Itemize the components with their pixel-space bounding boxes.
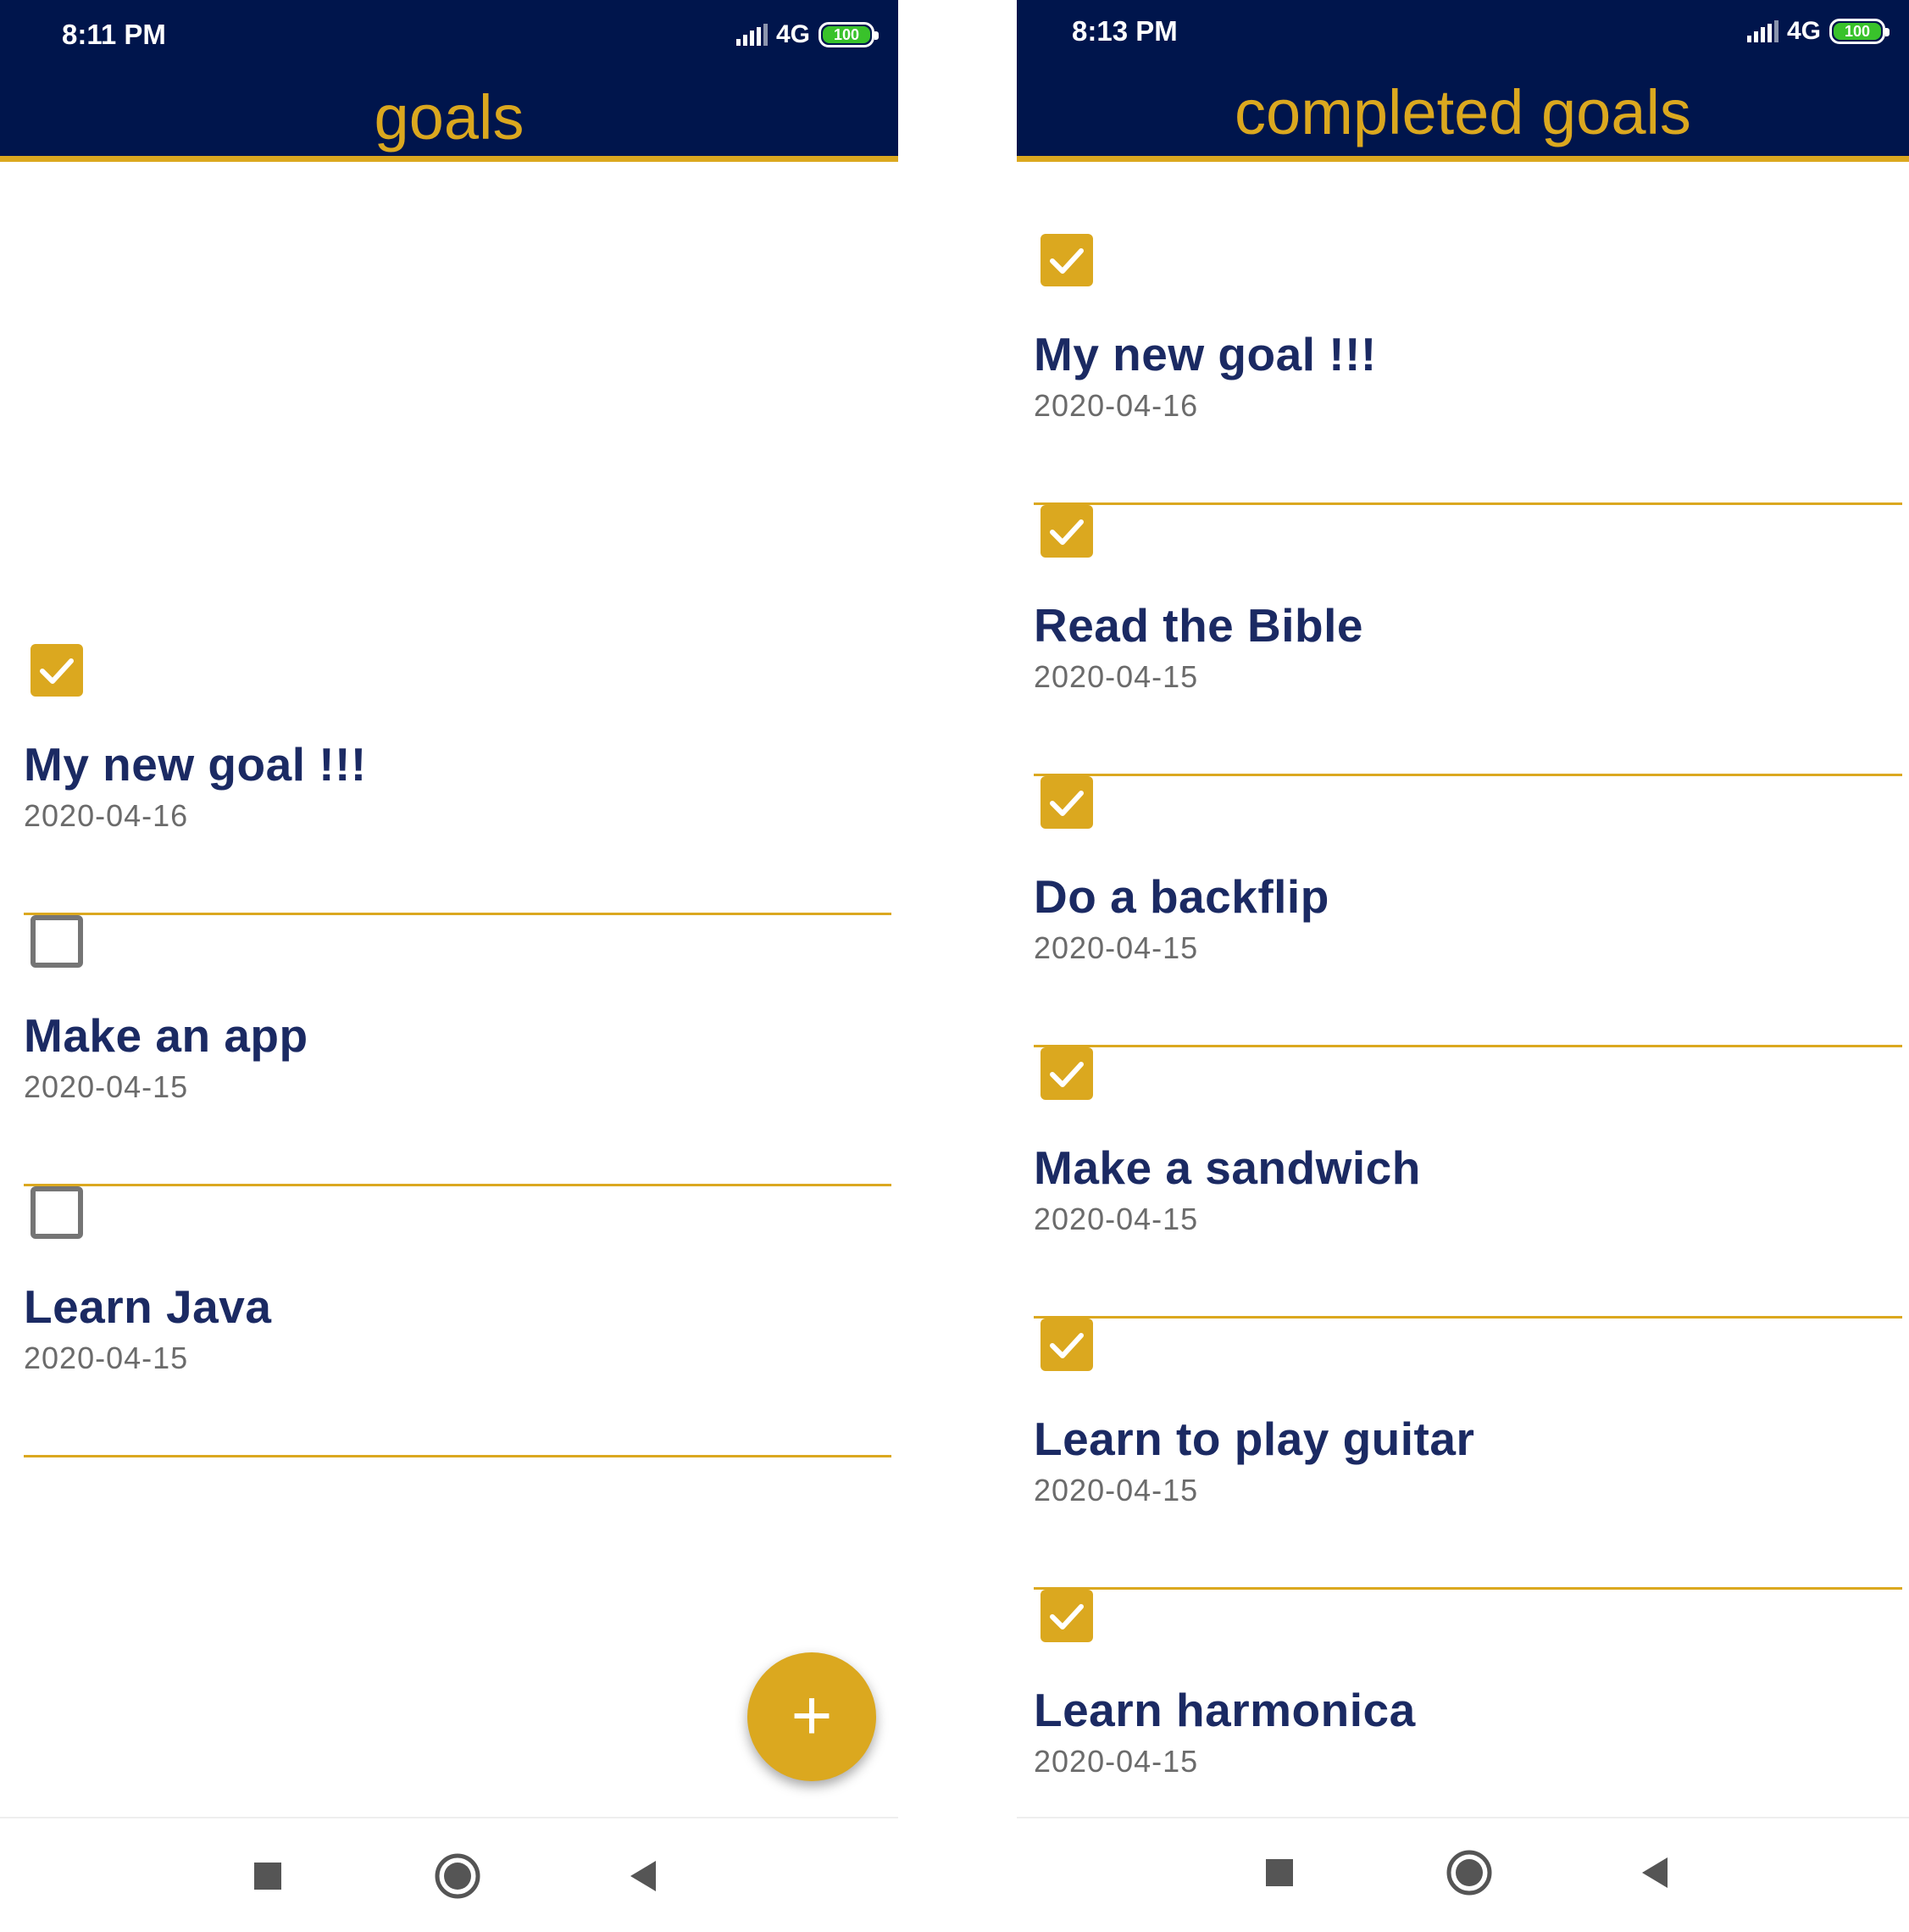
goal-date: 2020-04-16 xyxy=(1034,388,1199,423)
goal-date: 2020-04-15 xyxy=(1034,1473,1199,1507)
goal-name: Make a sandwich xyxy=(1034,1141,1421,1194)
status-icons: 4G 100 xyxy=(735,20,879,49)
app-bar: 8:11 PM 4G 100 goals xyxy=(0,0,898,162)
goal-date: 2020-04-15 xyxy=(1034,659,1199,694)
goal-list-item[interactable]: Learn Java 2020-04-15 xyxy=(24,1186,891,1457)
goal-date: 2020-04-16 xyxy=(24,798,189,833)
check-icon xyxy=(1050,519,1084,545)
goal-checkbox-checked[interactable] xyxy=(1041,1590,1093,1642)
check-icon xyxy=(1050,1604,1084,1629)
goal-checkbox-checked[interactable] xyxy=(31,644,83,697)
page-title: goals xyxy=(374,82,524,153)
goal-list-item[interactable]: Make a sandwich 2020-04-15 xyxy=(1034,1047,1902,1319)
goal-checkbox-checked[interactable] xyxy=(1041,776,1093,829)
goal-checkbox-checked[interactable] xyxy=(1041,1319,1093,1371)
network-label: 4G xyxy=(1786,17,1821,45)
system-navbar xyxy=(0,1817,898,1932)
goal-date: 2020-04-15 xyxy=(24,1069,189,1104)
goal-checkbox-unchecked[interactable] xyxy=(31,1186,83,1239)
goal-name: Learn harmonica xyxy=(1034,1684,1416,1736)
goal-checkbox-checked[interactable] xyxy=(1041,1047,1093,1100)
completed-goal-list: My new goal !!! 2020-04-16 Read the Bibl… xyxy=(1017,234,1909,1861)
goal-name: Read the Bible xyxy=(1034,599,1364,652)
goal-name: My new goal !!! xyxy=(24,738,367,791)
system-navbar xyxy=(1017,1817,1909,1932)
goal-list-item[interactable]: Do a backflip 2020-04-15 xyxy=(1034,776,1902,1047)
battery-icon: 100 xyxy=(819,22,879,47)
recents-square-icon[interactable] xyxy=(242,1851,293,1901)
check-icon xyxy=(1050,248,1084,274)
check-icon xyxy=(40,658,74,684)
goal-date: 2020-04-15 xyxy=(24,1341,189,1375)
check-icon xyxy=(1050,1333,1084,1358)
goal-name: Make an app xyxy=(24,1009,308,1062)
app-bar: 8:13 PM 4G 100 completed goals xyxy=(1017,0,1909,162)
goal-list-item[interactable]: My new goal !!! 2020-04-16 xyxy=(24,644,891,915)
page-title: completed goals xyxy=(1235,77,1691,147)
goal-checkbox-checked[interactable] xyxy=(1041,505,1093,558)
status-time: 8:13 PM xyxy=(1072,15,1178,47)
goals-screen: 8:11 PM 4G 100 goals My new goal !!! 202… xyxy=(0,0,898,1932)
goal-list-item[interactable]: Read the Bible 2020-04-15 xyxy=(1034,505,1902,776)
battery-level: 100 xyxy=(823,26,870,43)
battery-level: 100 xyxy=(1834,23,1881,40)
back-triangle-icon[interactable] xyxy=(1630,1847,1681,1898)
goal-name: My new goal !!! xyxy=(1034,328,1377,380)
recents-square-icon[interactable] xyxy=(1254,1847,1305,1898)
completed-goals-screen: 8:13 PM 4G 100 completed goals My new go… xyxy=(1017,0,1909,1932)
network-label: 4G xyxy=(775,20,810,48)
add-goal-button[interactable]: + xyxy=(747,1652,876,1781)
check-icon xyxy=(1050,1062,1084,1087)
check-icon xyxy=(1050,791,1084,816)
home-circle-icon[interactable] xyxy=(432,1851,483,1901)
goal-list-item[interactable]: My new goal !!! 2020-04-16 xyxy=(1034,234,1902,505)
home-circle-icon[interactable] xyxy=(1444,1847,1495,1898)
battery-icon: 100 xyxy=(1829,19,1890,44)
goal-name: Learn Java xyxy=(24,1280,272,1333)
back-triangle-icon[interactable] xyxy=(619,1851,669,1901)
plus-icon: + xyxy=(791,1675,833,1755)
goal-date: 2020-04-15 xyxy=(1034,930,1199,965)
status-time: 8:11 PM xyxy=(62,19,166,50)
goal-list: My new goal !!! 2020-04-16 Make an app 2… xyxy=(0,644,898,1457)
goal-checkbox-unchecked[interactable] xyxy=(31,915,83,968)
goal-date: 2020-04-15 xyxy=(1034,1202,1199,1236)
goal-date: 2020-04-15 xyxy=(1034,1744,1199,1779)
goal-checkbox-checked[interactable] xyxy=(1041,234,1093,286)
goal-list-item[interactable]: Learn to play guitar 2020-04-15 xyxy=(1034,1319,1902,1590)
goal-name: Learn to play guitar xyxy=(1034,1413,1475,1465)
goal-name: Do a backflip xyxy=(1034,870,1329,923)
status-icons: 4G 100 xyxy=(1746,17,1890,46)
goal-list-item[interactable]: Make an app 2020-04-15 xyxy=(24,915,891,1186)
signal-icon xyxy=(1746,20,1779,42)
signal-icon xyxy=(735,24,768,46)
